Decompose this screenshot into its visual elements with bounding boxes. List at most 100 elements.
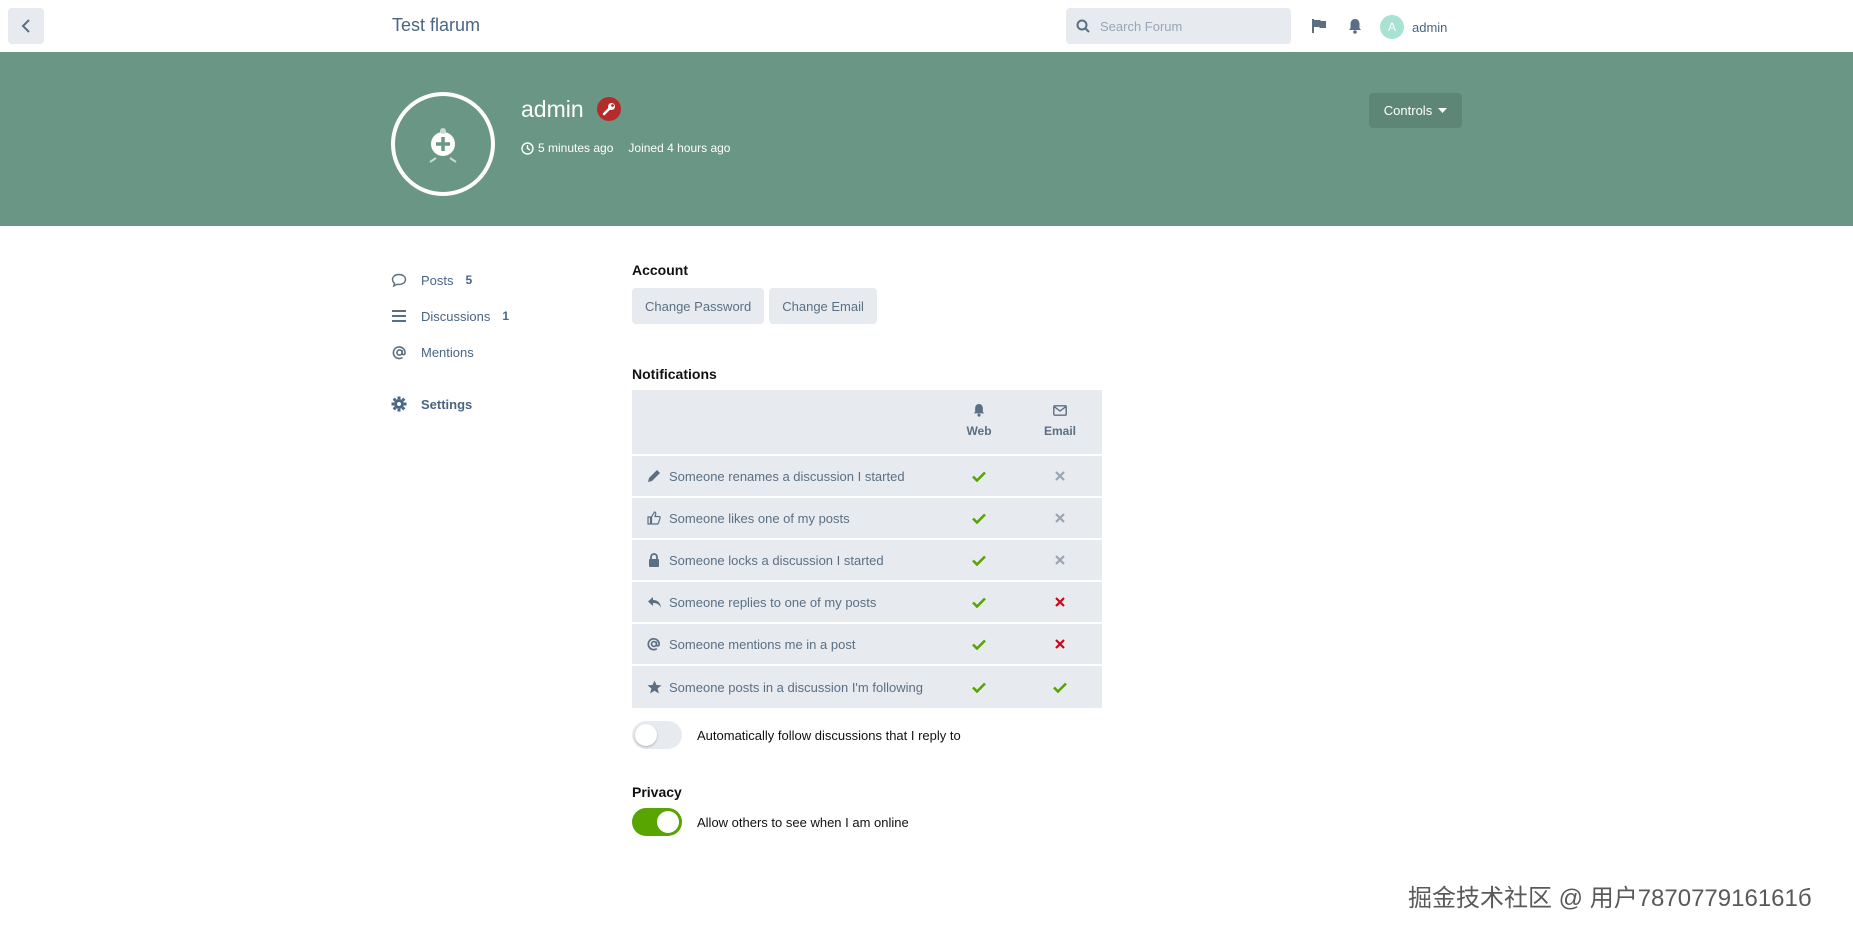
- toggle-knob: [657, 811, 679, 833]
- x-icon: [1055, 555, 1065, 565]
- web-checkbox[interactable]: [939, 597, 1019, 608]
- notification-row: Someone likes one of my posts: [632, 498, 1102, 540]
- check-icon: [1053, 682, 1067, 693]
- email-column-label: Email: [1043, 424, 1076, 438]
- email-checkbox[interactable]: [1020, 555, 1100, 565]
- sidebar-item-posts[interactable]: Posts 5: [391, 262, 591, 298]
- notification-label: Someone likes one of my posts: [669, 510, 850, 526]
- thumbs-up-icon: [646, 510, 662, 526]
- sidebar-item-mentions[interactable]: Mentions: [391, 334, 591, 370]
- web-column-toggle[interactable]: Web: [939, 402, 1019, 438]
- star-icon: [646, 679, 662, 695]
- email-checkbox[interactable]: [1020, 639, 1100, 649]
- web-checkbox[interactable]: [939, 639, 1019, 650]
- email-checkbox[interactable]: [1020, 471, 1100, 481]
- pencil-icon: [646, 468, 662, 484]
- notification-label: Someone locks a discussion I started: [669, 552, 884, 568]
- notification-label: Someone replies to one of my posts: [669, 594, 877, 610]
- auto-follow-setting: Automatically follow discussions that I …: [632, 721, 1132, 749]
- change-email-button[interactable]: Change Email: [769, 288, 877, 324]
- notification-label: Someone posts in a discussion I'm follow…: [669, 679, 923, 695]
- controls-label: Controls: [1383, 103, 1433, 118]
- sidebar-item-label: Mentions: [421, 344, 474, 360]
- web-checkbox[interactable]: [939, 513, 1019, 524]
- check-icon: [972, 513, 986, 524]
- web-checkbox[interactable]: [939, 682, 1019, 693]
- privacy-title: Privacy: [632, 784, 682, 800]
- list-icon: [391, 308, 407, 324]
- discussions-count: 1: [502, 309, 510, 323]
- profile-username: admin: [521, 96, 584, 122]
- check-icon: [972, 471, 986, 482]
- notification-grid-header: Web Email: [632, 390, 1102, 456]
- sidebar-item-discussions[interactable]: Discussions 1: [391, 298, 591, 334]
- search-input[interactable]: [1100, 18, 1270, 34]
- sidebar-item-label: Posts: [421, 272, 454, 288]
- bell-icon[interactable]: [1346, 17, 1364, 35]
- web-checkbox[interactable]: [939, 555, 1019, 566]
- wrench-icon: [602, 103, 615, 116]
- notification-row: Someone renames a discussion I started: [632, 456, 1102, 498]
- sidebar-item-settings[interactable]: Settings: [391, 386, 591, 422]
- search-box[interactable]: [1066, 8, 1291, 44]
- check-icon: [972, 682, 986, 693]
- x-icon: [1055, 471, 1065, 481]
- notification-row: Someone locks a discussion I started: [632, 540, 1102, 582]
- web-checkbox[interactable]: [939, 471, 1019, 482]
- posts-count: 5: [465, 273, 473, 287]
- x-icon: [1055, 639, 1065, 649]
- user-hero: admin 5 minutes ago Joined 4 hours ago C…: [0, 52, 1853, 226]
- check-icon: [972, 639, 986, 650]
- user-menu[interactable]: A admin: [1380, 15, 1447, 39]
- bell-icon: [939, 402, 1019, 418]
- profile-sidebar: Posts 5 Discussions 1 Mentions Settings: [391, 262, 591, 422]
- email-checkbox[interactable]: [1020, 682, 1100, 693]
- gear-icon: [391, 396, 407, 412]
- online-visibility-toggle[interactable]: [632, 808, 682, 836]
- flag-icon[interactable]: [1310, 17, 1328, 35]
- sidebar-item-label: Settings: [421, 396, 473, 412]
- search-icon: [1076, 19, 1090, 33]
- lock-icon: [646, 552, 662, 568]
- at-icon: [646, 636, 662, 652]
- notifications-title: Notifications: [632, 366, 717, 382]
- change-password-button[interactable]: Change Password: [632, 288, 765, 324]
- forum-title[interactable]: Test flarum: [392, 15, 480, 36]
- profile-avatar[interactable]: [391, 92, 495, 196]
- email-column-toggle[interactable]: Email: [1020, 402, 1100, 438]
- email-checkbox[interactable]: [1020, 597, 1100, 607]
- account-title: Account: [632, 262, 688, 278]
- x-icon: [1055, 513, 1065, 523]
- x-icon: [1055, 597, 1065, 607]
- caret-down-icon: [1438, 107, 1448, 114]
- at-icon: [391, 344, 407, 360]
- auto-follow-label: Automatically follow discussions that I …: [697, 727, 961, 743]
- back-button[interactable]: [8, 8, 44, 44]
- admin-badge: [597, 97, 621, 121]
- web-column-label: Web: [966, 424, 992, 438]
- joined-date: Joined 4 hours ago: [628, 141, 731, 155]
- settings-content: Account Change Password Change Email Not…: [632, 262, 1132, 836]
- comment-icon: [391, 272, 407, 288]
- notification-label: Someone mentions me in a post: [669, 636, 856, 652]
- notification-row: Someone mentions me in a post: [632, 624, 1102, 666]
- online-visibility-label: Allow others to see when I am online: [697, 814, 909, 830]
- online-visibility-setting: Allow others to see when I am online: [632, 808, 1132, 836]
- sidebar-item-label: Discussions: [421, 308, 491, 324]
- reply-icon: [646, 594, 662, 610]
- upload-avatar-icon: [429, 128, 457, 163]
- notification-row: Someone posts in a discussion I'm follow…: [632, 666, 1102, 708]
- auto-follow-toggle[interactable]: [632, 721, 682, 749]
- email-checkbox[interactable]: [1020, 513, 1100, 523]
- chevron-left-icon: [21, 19, 30, 33]
- toggle-knob: [635, 724, 657, 746]
- controls-dropdown[interactable]: Controls: [1369, 93, 1462, 128]
- header-username: admin: [1412, 19, 1448, 35]
- check-icon: [972, 555, 986, 566]
- profile-meta: 5 minutes ago Joined 4 hours ago: [521, 141, 730, 155]
- avatar: A: [1380, 15, 1404, 39]
- notification-grid: Web Email Someone renames a discussion I…: [632, 390, 1102, 708]
- notification-row: Someone replies to one of my posts: [632, 582, 1102, 624]
- last-seen: 5 minutes ago: [538, 141, 614, 155]
- clock-icon: [521, 141, 534, 155]
